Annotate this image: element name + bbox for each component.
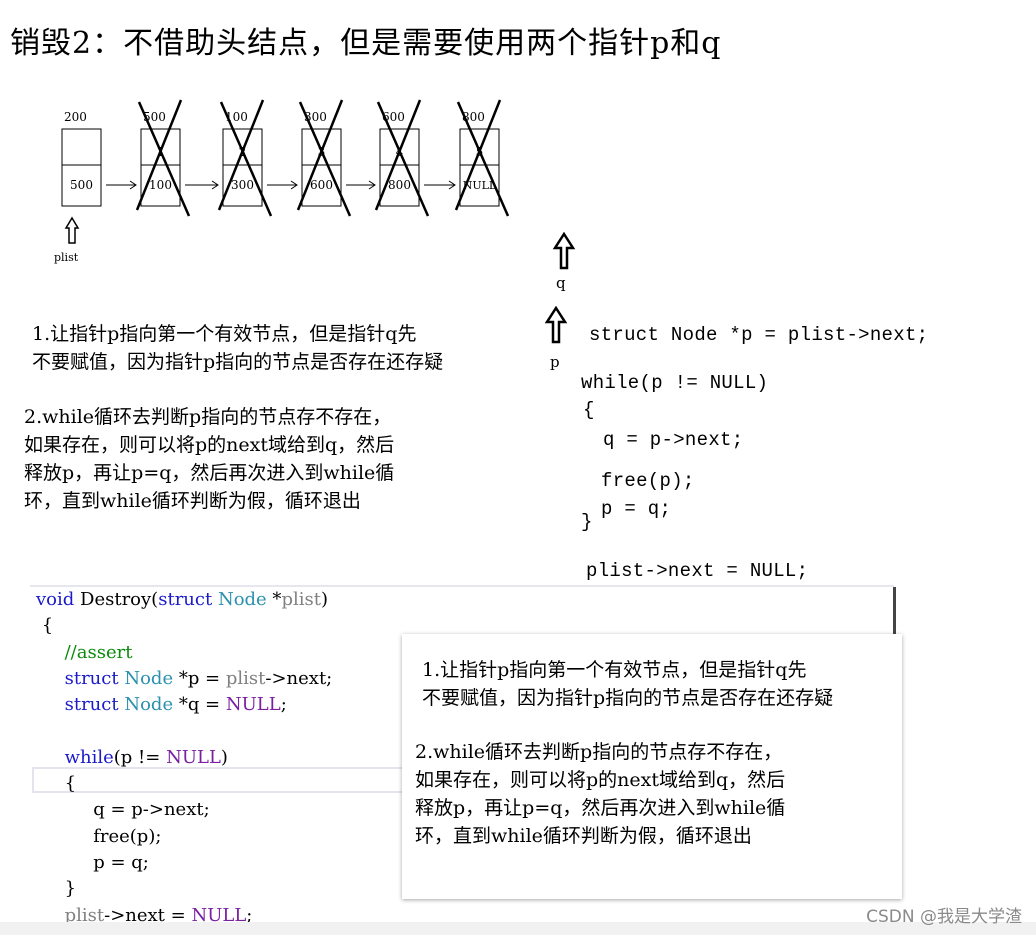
node-box bbox=[301, 128, 342, 207]
snippet-line: } bbox=[581, 511, 593, 533]
snippet-line: while(p != NULL) bbox=[581, 372, 769, 394]
node-box bbox=[379, 128, 420, 207]
snippet-line: struct Node *p = plist->next; bbox=[589, 324, 929, 346]
code-token: ->next; bbox=[265, 667, 333, 689]
node-address: 200 bbox=[64, 110, 87, 124]
note-line: 如果存在，则可以将p的next域给到q，然后 bbox=[24, 434, 395, 456]
code-token: Node bbox=[124, 694, 174, 716]
node-next: 800 bbox=[388, 178, 411, 192]
note-line: 1.让指针p指向第一个有效节点，但是指针q先 bbox=[32, 323, 417, 345]
pointer-q-label: q bbox=[556, 274, 566, 292]
code-line: //assert bbox=[36, 640, 332, 666]
code-token: ; bbox=[280, 694, 287, 716]
note-line: 2.while循环去判断p指向的节点存不存在， bbox=[24, 406, 392, 428]
code-line: struct Node *q = NULL; bbox=[36, 692, 332, 718]
note-line: 不要赋值，因为指针p指向的节点是否存在还存疑 bbox=[32, 351, 444, 373]
snippet-line: { bbox=[583, 399, 595, 421]
page-title: 销毁2：不借助头结点，但是需要使用两个指针p和q bbox=[10, 26, 722, 61]
popup-step-1: 1.让指针p指向第一个有效节点，但是指针q先 不要赋值，因为指针p指向的节点是否… bbox=[422, 656, 833, 712]
linked-list-diagram: 20050050011001002300300360060048008005NU… bbox=[54, 99, 510, 264]
code-token: *q = bbox=[173, 694, 226, 716]
code-token: void bbox=[36, 589, 75, 610]
note-step-2: 2.while循环去判断p指向的节点存不存在， 如果存在，则可以将p的next域… bbox=[24, 403, 394, 515]
code-line: { bbox=[36, 613, 332, 639]
code-token: Node bbox=[217, 589, 267, 610]
node-next: 100 bbox=[149, 178, 172, 192]
code-line: p = q; bbox=[36, 850, 332, 876]
code-token: q = p->next; bbox=[36, 799, 210, 821]
code-token: struct bbox=[64, 694, 119, 716]
note-line: 释放p，再让p=q，然后再次进入到while循 bbox=[415, 797, 786, 819]
popup-step-2: 2.while循环去判断p指向的节点存不存在， 如果存在，则可以将p的next域… bbox=[415, 738, 785, 850]
code-token: p = q; bbox=[36, 851, 149, 873]
node-box bbox=[61, 128, 102, 207]
code-token: ) bbox=[320, 589, 328, 610]
editor-scrollbar[interactable] bbox=[893, 587, 896, 637]
watermark: CSDN @我是大学渣 bbox=[866, 907, 1022, 927]
plist-label: plist bbox=[54, 251, 79, 264]
code-line: while(p != NULL) bbox=[36, 745, 332, 771]
note-line: 如果存在，则可以将p的next域给到q，然后 bbox=[415, 769, 786, 791]
code-token: } bbox=[36, 878, 77, 900]
pointer-q-arrow-icon bbox=[552, 232, 576, 270]
code-token: //assert bbox=[64, 641, 133, 663]
snippet-line: plist->next = NULL; bbox=[586, 560, 809, 582]
code-token: struct bbox=[64, 667, 119, 689]
node-box bbox=[140, 128, 181, 207]
snippet-line: free(p); bbox=[601, 470, 695, 492]
node-next: 500 bbox=[70, 178, 93, 192]
code-line: } bbox=[36, 876, 332, 902]
node-next: 600 bbox=[310, 178, 333, 192]
code-token: NULL bbox=[225, 694, 281, 716]
snippet-line: p = q; bbox=[601, 498, 672, 520]
pointer-p-label: p bbox=[550, 353, 560, 371]
code-line: { bbox=[36, 771, 332, 797]
code-token: while bbox=[64, 746, 114, 768]
node-box bbox=[459, 128, 500, 207]
code-token: NULL bbox=[166, 746, 221, 768]
code-token: Node bbox=[124, 667, 174, 689]
code-lines: void Destroy(struct Node *plist) { //ass… bbox=[36, 587, 332, 929]
code-token: (p != bbox=[113, 746, 167, 768]
note-step-1: 1.让指针p指向第一个有效节点，但是指针q先 不要赋值，因为指针p指向的节点是否… bbox=[32, 320, 443, 376]
code-line: struct Node *p = plist->next; bbox=[36, 666, 333, 692]
code-token: ) bbox=[220, 746, 228, 768]
code-token: Destroy( bbox=[74, 589, 159, 610]
plist-arrow-icon bbox=[64, 216, 80, 244]
code-token: plist bbox=[281, 589, 321, 610]
note-line: 1.让指针p指向第一个有效节点，但是指针q先 bbox=[422, 659, 807, 681]
code-token: *p = bbox=[173, 667, 226, 689]
note-line: 环，直到while循环判断为假，循环退出 bbox=[415, 825, 752, 847]
note-line: 不要赋值，因为指针p指向的节点是否存在还存疑 bbox=[422, 687, 834, 709]
code-token: { bbox=[36, 615, 54, 637]
code-token: struct bbox=[158, 589, 213, 610]
node-next: 300 bbox=[231, 178, 254, 192]
explanation-popup: 1.让指针p指向第一个有效节点，但是指针q先 不要赋值，因为指针p指向的节点是否… bbox=[402, 634, 902, 899]
note-line: 2.while循环去判断p指向的节点存不存在， bbox=[415, 741, 783, 763]
pointer-p-arrow-icon bbox=[544, 306, 568, 344]
node-box bbox=[222, 128, 263, 207]
code-line: free(p); bbox=[36, 824, 332, 850]
code-token: plist bbox=[225, 667, 266, 689]
code-token: free(p); bbox=[36, 825, 162, 847]
code-token: { bbox=[36, 773, 77, 795]
code-token: * bbox=[266, 589, 282, 610]
snippet-line: q = p->next; bbox=[603, 429, 744, 451]
note-line: 释放p，再让p=q，然后再次进入到while循 bbox=[24, 462, 395, 484]
code-line: void Destroy(struct Node *plist) bbox=[36, 587, 332, 613]
code-line: q = p->next; bbox=[36, 797, 332, 823]
note-line: 环，直到while循环判断为假，循环退出 bbox=[24, 490, 361, 512]
